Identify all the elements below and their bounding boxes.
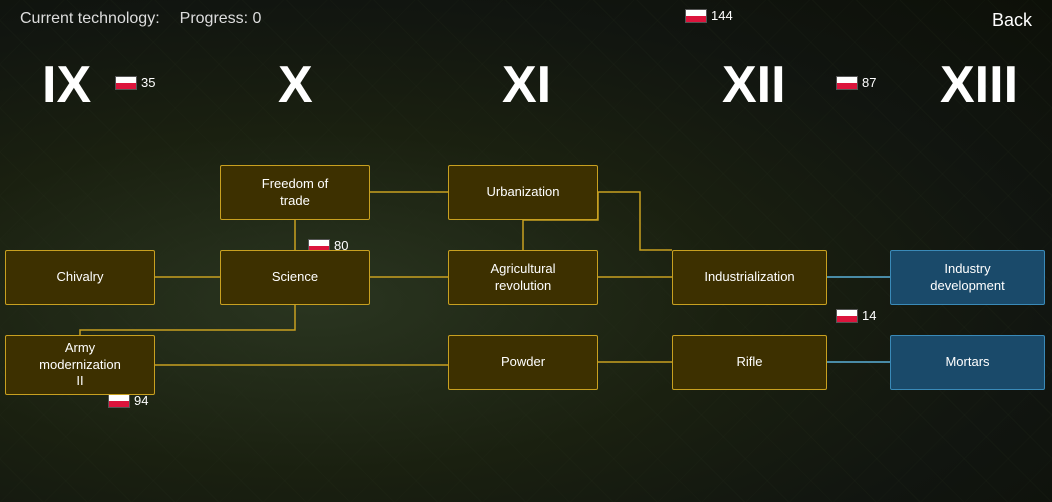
science-node[interactable]: Science	[220, 250, 370, 305]
col-xi: XI	[502, 55, 551, 115]
flag-badge-87: 87	[836, 75, 876, 90]
flag-badge-14: 14	[836, 308, 876, 323]
col-xii: XII	[722, 55, 786, 115]
mortars-node[interactable]: Mortars	[890, 335, 1045, 390]
flag-badge-35: 35	[115, 75, 155, 90]
current-tech-label: Current technology:	[20, 10, 160, 28]
industrialization-node[interactable]: Industrialization	[672, 250, 827, 305]
flag-value-87: 87	[862, 75, 876, 90]
progress-label: Progress: 0	[180, 10, 262, 28]
main-content: Current technology: Progress: 0 Back IX …	[0, 0, 1052, 502]
flag-value-94: 94	[134, 393, 148, 408]
industry-development-node[interactable]: Industrydevelopment	[890, 250, 1045, 305]
col-xiii: XIII	[940, 55, 1018, 115]
flag-value-14: 14	[862, 308, 876, 323]
agricultural-revolution-node[interactable]: Agriculturalrevolution	[448, 250, 598, 305]
flag-value-144: 144	[711, 8, 733, 23]
chivalry-node[interactable]: Chivalry	[5, 250, 155, 305]
flag-value-35: 35	[141, 75, 155, 90]
army-modernization-ii-node[interactable]: ArmymodernizationII	[5, 335, 155, 395]
urbanization-node[interactable]: Urbanization	[448, 165, 598, 220]
flag-badge-94: 94	[108, 393, 148, 408]
header: Current technology: Progress: 0	[0, 0, 1052, 38]
powder-node[interactable]: Powder	[448, 335, 598, 390]
flag-badge-144: 144	[685, 8, 733, 23]
back-button[interactable]: Back	[992, 10, 1032, 31]
flag-icon-poland-5	[836, 309, 858, 323]
freedom-of-trade-node[interactable]: Freedom oftrade	[220, 165, 370, 220]
col-ix: IX	[42, 55, 91, 115]
rifle-node[interactable]: Rifle	[672, 335, 827, 390]
flag-icon-poland-4	[836, 76, 858, 90]
flag-icon-poland-1	[115, 76, 137, 90]
flag-icon-poland-6	[108, 394, 130, 408]
flag-icon-poland-2	[685, 9, 707, 23]
col-x: X	[278, 55, 313, 115]
